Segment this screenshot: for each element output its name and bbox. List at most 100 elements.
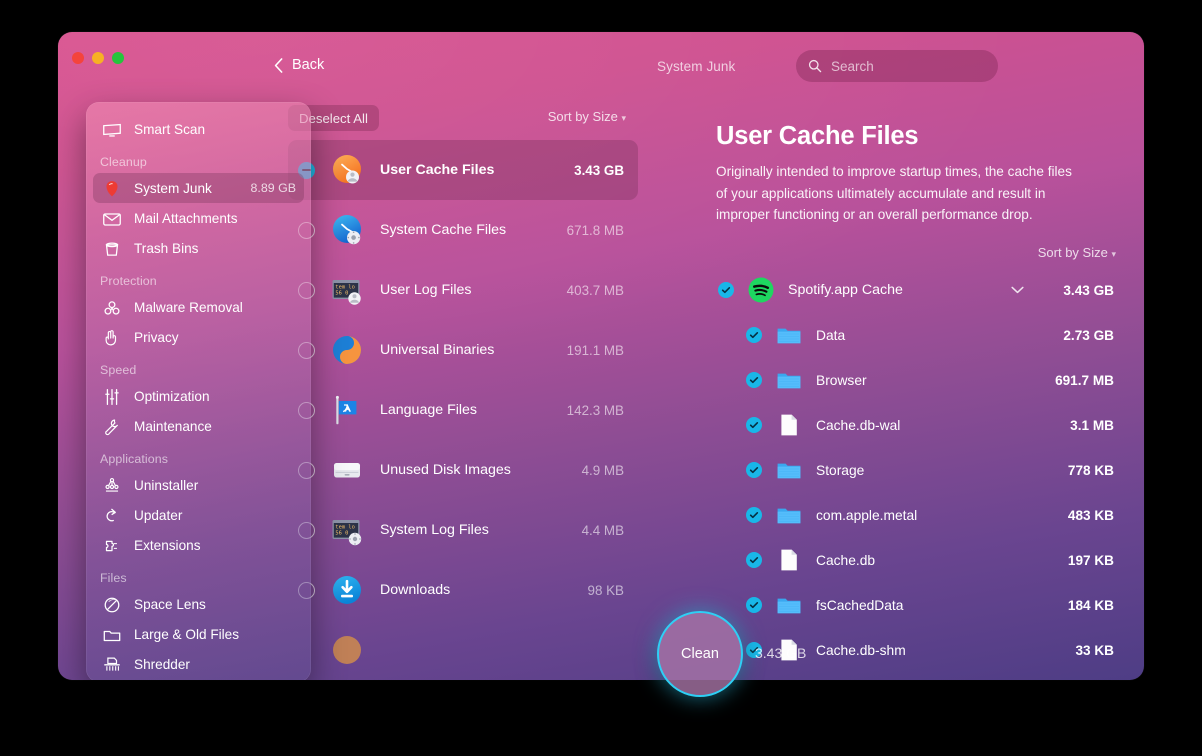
file-icon [776, 412, 802, 438]
user-log-terminal-icon: tem lo 56 0 [330, 273, 364, 307]
sidebar-item-trash-bins[interactable]: Trash Bins [93, 233, 304, 263]
system-log-terminal-icon: tem lo 56 0 [330, 513, 364, 547]
file-label: fsCachedData [816, 597, 904, 613]
system-cache-clock-icon [330, 213, 364, 247]
list-item[interactable]: Spotify.app Cache 3.43 GB [698, 268, 1144, 313]
file-size: 33 KB [1075, 642, 1114, 658]
sidebar-item-label: Mail Attachments [134, 210, 238, 226]
universal-binaries-icon [330, 333, 364, 367]
page-description: Originally intended to improve startup t… [716, 164, 1072, 222]
breadcrumb: System Junk [657, 59, 736, 74]
mail-icon [101, 208, 123, 228]
sidebar-item-shredder[interactable]: Shredder [93, 649, 304, 679]
sidebar-item-size: 8.89 GB [250, 181, 296, 195]
sidebar-item-smart-scan[interactable]: Smart Scan [93, 114, 304, 144]
table-row[interactable]: Language Files 142.3 MB [288, 380, 638, 440]
checkbox-checked[interactable] [746, 417, 762, 433]
list-item[interactable]: com.apple.metal 483 KB [698, 493, 1144, 538]
minimize-button[interactable] [92, 52, 104, 64]
category-size: 671.8 MB [566, 222, 624, 238]
uninstaller-icon [101, 475, 123, 495]
sidebar-item-mail-attachments[interactable]: Mail Attachments [93, 203, 304, 233]
list-item[interactable]: Data 2.73 GB [698, 313, 1144, 358]
biohazard-icon [101, 297, 123, 317]
checkbox-checked[interactable] [746, 372, 762, 388]
sidebar-item-extensions[interactable]: Extensions [93, 530, 304, 560]
clean-button[interactable]: Clean [657, 611, 743, 697]
checkbox-checked[interactable] [746, 552, 762, 568]
file-label: Spotify.app Cache [788, 282, 903, 298]
junk-category-list: Deselect All Sort by Size ▾ User Cache F… [278, 100, 648, 680]
sidebar-item-optimization[interactable]: Optimization [93, 381, 304, 411]
category-size: 4.9 MB [581, 462, 624, 478]
sidebar-item-large-and-old-files[interactable]: Large & Old Files [93, 619, 304, 649]
list-item[interactable]: fsCachedData 184 KB [698, 583, 1144, 628]
folder-icon [776, 367, 802, 393]
folder-icon [776, 592, 802, 618]
folder-icon [776, 457, 802, 483]
detail-sort-button[interactable]: Sort by Size ▾ [698, 226, 1144, 260]
sidebar-item-label: Updater [134, 507, 183, 523]
sidebar-item-label: Extensions [134, 537, 201, 553]
sidebar-item-label: Space Lens [134, 596, 206, 612]
sidebar-item-space-lens[interactable]: Space Lens [93, 589, 304, 619]
table-row-partial[interactable] [288, 620, 638, 680]
sliders-icon [101, 386, 123, 406]
caret-down-icon: ▾ [621, 113, 626, 123]
checkbox-checked[interactable] [746, 507, 762, 523]
category-size: 3.43 GB [574, 162, 624, 178]
detail-sort-label: Sort by Size [1037, 244, 1108, 260]
search-field[interactable] [796, 50, 998, 82]
sidebar: Smart Scan Cleanup System Junk 8.89 GB M… [86, 102, 311, 680]
table-row[interactable]: Universal Binaries 191.1 MB [288, 320, 638, 380]
category-label: Downloads [380, 582, 451, 598]
checkbox-checked[interactable] [718, 282, 734, 298]
category-size: 4.4 MB [581, 522, 624, 538]
sidebar-item-uninstaller[interactable]: Uninstaller [93, 470, 304, 500]
page-title: User Cache Files [716, 122, 919, 150]
category-size: 98 KB [587, 582, 624, 598]
list-item[interactable]: Cache.db 197 KB [698, 538, 1144, 583]
search-input[interactable] [831, 58, 986, 74]
file-label: Cache.db [816, 552, 876, 568]
table-row[interactable]: Downloads 98 KB [288, 560, 638, 620]
hand-icon [101, 327, 123, 347]
chevron-down-icon[interactable] [1011, 281, 1024, 299]
list-item[interactable]: Browser 691.7 MB [698, 358, 1144, 403]
wrench-icon [101, 416, 123, 436]
table-row[interactable]: tem lo 56 0 System Log Files 4.4 MB [288, 500, 638, 560]
sidebar-item-label: Privacy [134, 329, 179, 345]
sidebar-section-cleanup: Cleanup [100, 155, 147, 169]
table-row[interactable]: User Cache Files 3.43 GB [288, 140, 638, 200]
window-controls [72, 52, 124, 64]
file-label: com.apple.metal [816, 507, 918, 523]
file-size: 483 KB [1067, 507, 1114, 523]
category-label: Unused Disk Images [380, 462, 511, 478]
folder-icon [776, 502, 802, 528]
checkbox-checked[interactable] [746, 597, 762, 613]
middle-sort-button[interactable]: Sort by Size ▾ [548, 109, 626, 124]
sidebar-item-privacy[interactable]: Privacy [93, 322, 304, 352]
sidebar-item-system-junk[interactable]: System Junk 8.89 GB [93, 173, 304, 203]
close-button[interactable] [72, 52, 84, 64]
table-row[interactable]: System Cache Files 671.8 MB [288, 200, 638, 260]
file-icon [776, 547, 802, 573]
maximize-button[interactable] [112, 52, 124, 64]
clean-size-label: 3.43 GB [755, 645, 807, 661]
spotify-icon [748, 277, 774, 303]
file-size: 691.7 MB [1055, 372, 1114, 388]
file-size: 184 KB [1067, 597, 1114, 613]
category-label: System Log Files [380, 522, 489, 538]
category-label: Language Files [380, 402, 478, 418]
table-row[interactable]: Unused Disk Images 4.9 MB [288, 440, 638, 500]
back-button[interactable]: Back [274, 57, 324, 73]
table-row[interactable]: tem lo 56 0 User Log Files 403.7 MB [288, 260, 638, 320]
sidebar-item-updater[interactable]: Updater [93, 500, 304, 530]
sidebar-item-maintenance[interactable]: Maintenance [93, 411, 304, 441]
checkbox-checked[interactable] [746, 462, 762, 478]
list-item[interactable]: Cache.db-wal 3.1 MB [698, 403, 1144, 448]
checkbox-checked[interactable] [746, 327, 762, 343]
sidebar-item-label: Uninstaller [134, 477, 199, 493]
sidebar-item-malware-removal[interactable]: Malware Removal [93, 292, 304, 322]
list-item[interactable]: Storage 778 KB [698, 448, 1144, 493]
